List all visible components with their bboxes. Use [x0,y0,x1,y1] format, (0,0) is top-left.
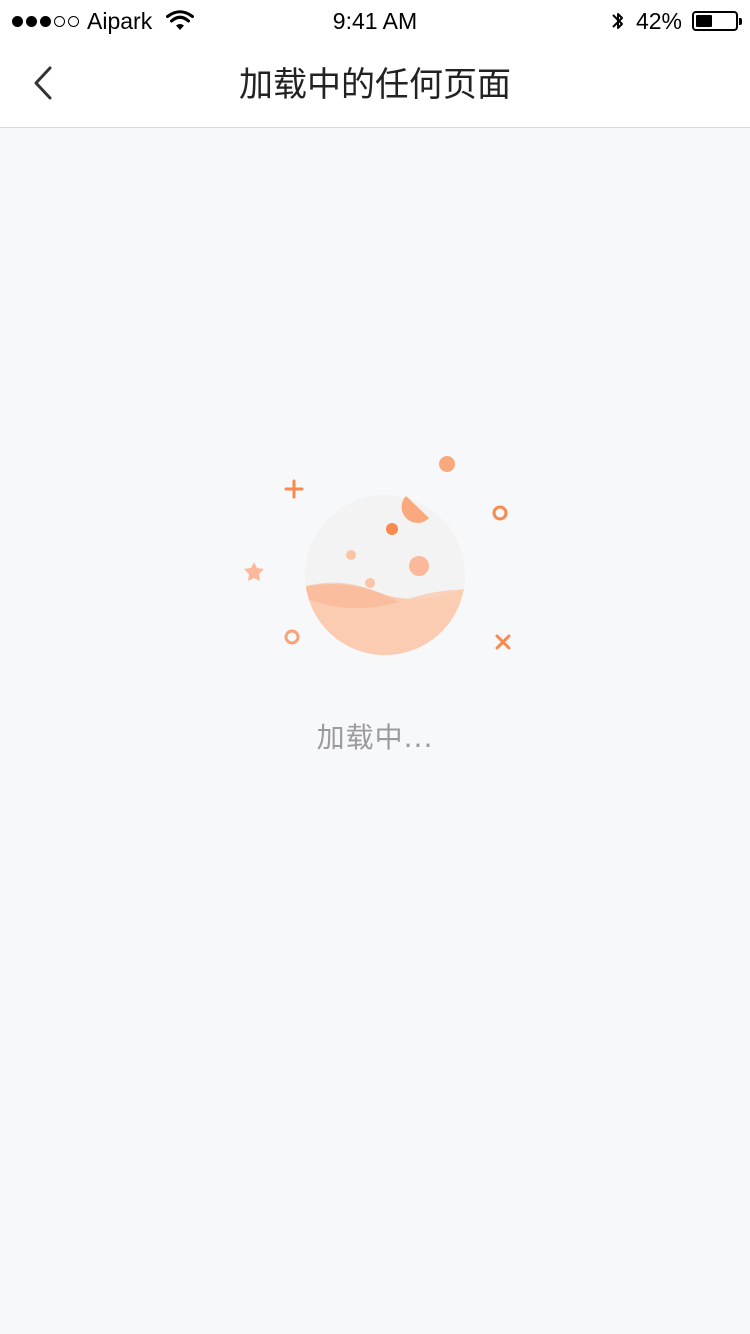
status-bar-right: 42% [610,6,742,36]
page-title: 加载中的任何页面 [239,65,511,105]
decor-dot-icon [439,456,455,472]
loading-text: 加载中... [316,721,434,754]
x-mark-icon [495,634,511,650]
battery-percent: 42% [635,8,682,34]
main-content: 加载中... [0,128,750,1334]
ring-icon [492,505,508,521]
ring-icon [284,629,300,645]
navigation-bar: 加载中的任何页面 [0,40,750,128]
battery-icon [692,11,742,31]
loading-planet-illustration [244,456,511,655]
plus-icon [284,479,304,499]
battery-level-fill [696,15,712,27]
bluetooth-icon [612,13,623,29]
star-icon [244,562,264,581]
status-bar: Aipark 9:41 AM 42% [0,0,750,40]
